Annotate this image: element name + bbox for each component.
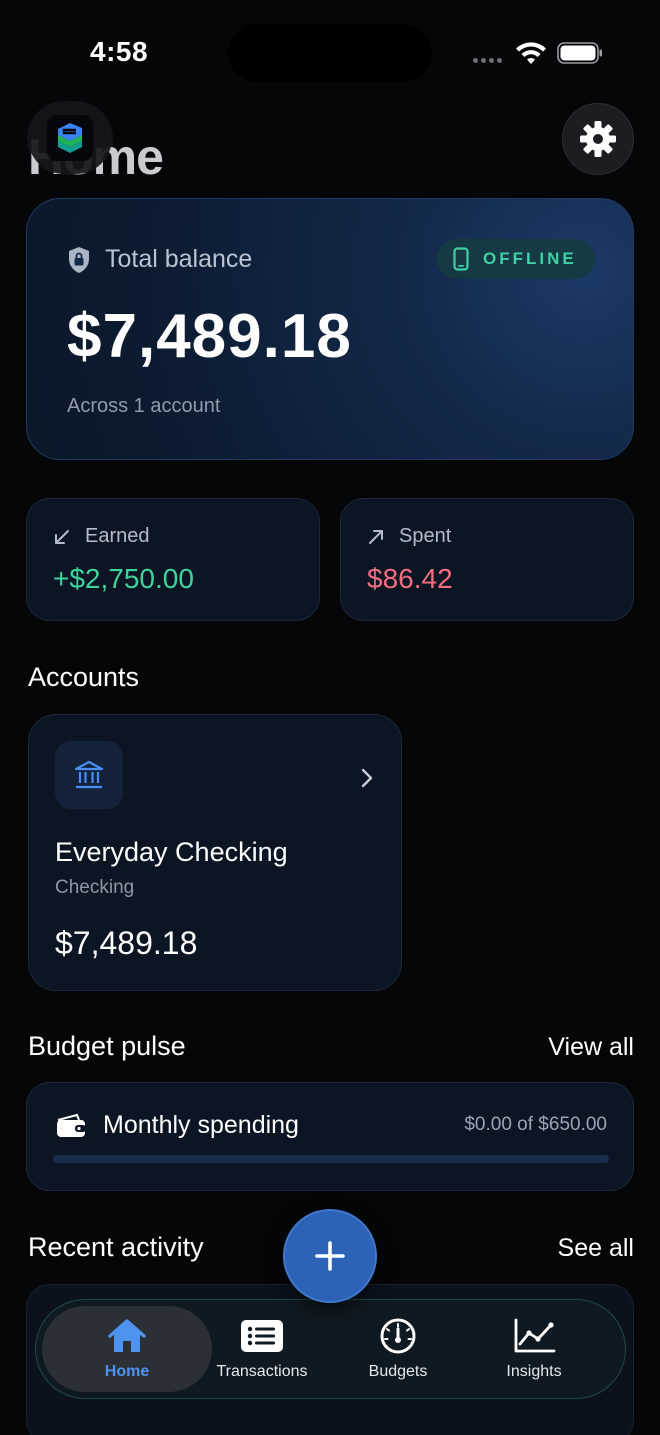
- accounts-heading: Accounts: [28, 662, 140, 692]
- plus-icon: [315, 1241, 345, 1271]
- offline-badge-label: OFFLINE: [483, 249, 577, 268]
- chevron-right-icon: [361, 768, 373, 788]
- tab-transactions-label: Transactions: [216, 1363, 308, 1380]
- status-bar: 4:58: [0, 0, 660, 100]
- status-time: 4:58: [90, 36, 149, 67]
- view-all-budgets-link[interactable]: View all: [548, 1033, 634, 1062]
- arrow-down-left-icon: [55, 529, 69, 544]
- list-icon: [241, 1320, 283, 1352]
- shield-lock-icon: [69, 246, 89, 273]
- tab-home[interactable]: Home: [42, 1306, 212, 1392]
- bank-icon: [55, 741, 123, 809]
- tab-budgets[interactable]: Budgets: [346, 1306, 450, 1392]
- earned-label: Earned: [85, 525, 150, 547]
- gear-icon: [580, 121, 616, 157]
- see-all-activity-link[interactable]: See all: [558, 1234, 634, 1263]
- budget-progress-bar: [53, 1155, 609, 1163]
- arrow-up-right-icon: [369, 529, 383, 544]
- wallet-icon: [57, 1113, 86, 1137]
- tab-home-label: Home: [104, 1363, 150, 1380]
- budget-name: Monthly spending: [103, 1111, 299, 1139]
- offline-badge: OFFLINE: [437, 239, 595, 279]
- spent-label: Spent: [399, 525, 452, 547]
- account-name: Everyday Checking: [55, 837, 288, 867]
- balance-label: Total balance: [105, 245, 253, 273]
- earned-value: +$2,750.00: [53, 563, 194, 594]
- cellular-signal-icon: [473, 58, 502, 63]
- app-logo-button[interactable]: [28, 102, 112, 174]
- account-balance: $7,489.18: [55, 925, 198, 961]
- dynamic-island: [228, 24, 432, 82]
- account-card[interactable]: Everyday Checking Checking $7,489.18: [28, 714, 402, 991]
- gauge-icon: [380, 1318, 416, 1354]
- spent-value: $86.42: [367, 563, 453, 594]
- chart-icon: [514, 1318, 556, 1353]
- budget-heading: Budget pulse: [28, 1031, 186, 1061]
- battery-icon: [557, 42, 602, 64]
- add-transaction-button[interactable]: [283, 1209, 377, 1303]
- tab-budgets-label: Budgets: [368, 1363, 428, 1380]
- spent-card[interactable]: Spent $86.42: [340, 498, 634, 621]
- tab-insights-label: Insights: [506, 1363, 562, 1380]
- tab-transactions[interactable]: Transactions: [206, 1306, 318, 1392]
- tab-insights[interactable]: Insights: [476, 1306, 592, 1392]
- account-type: Checking: [55, 877, 135, 898]
- balance-subtitle: Across 1 account: [67, 395, 221, 417]
- app-logo-icon: [47, 115, 93, 161]
- budget-amount: $0.00 of $650.00: [464, 1114, 607, 1135]
- wifi-icon: [516, 42, 546, 64]
- settings-button[interactable]: [562, 103, 634, 175]
- home-icon: [108, 1319, 146, 1352]
- tab-bar: Home Transactions Budgets Insights: [35, 1299, 626, 1399]
- recent-activity-heading: Recent activity: [28, 1232, 204, 1262]
- total-balance-amount: $7,489.18: [67, 302, 352, 371]
- budget-card[interactable]: Monthly spending $0.00 of $650.00: [26, 1082, 634, 1191]
- earned-card[interactable]: Earned +$2,750.00: [26, 498, 320, 621]
- phone-icon: [453, 247, 469, 271]
- total-balance-card[interactable]: Total balance OFFLINE $7,489.18 Across 1…: [26, 198, 634, 460]
